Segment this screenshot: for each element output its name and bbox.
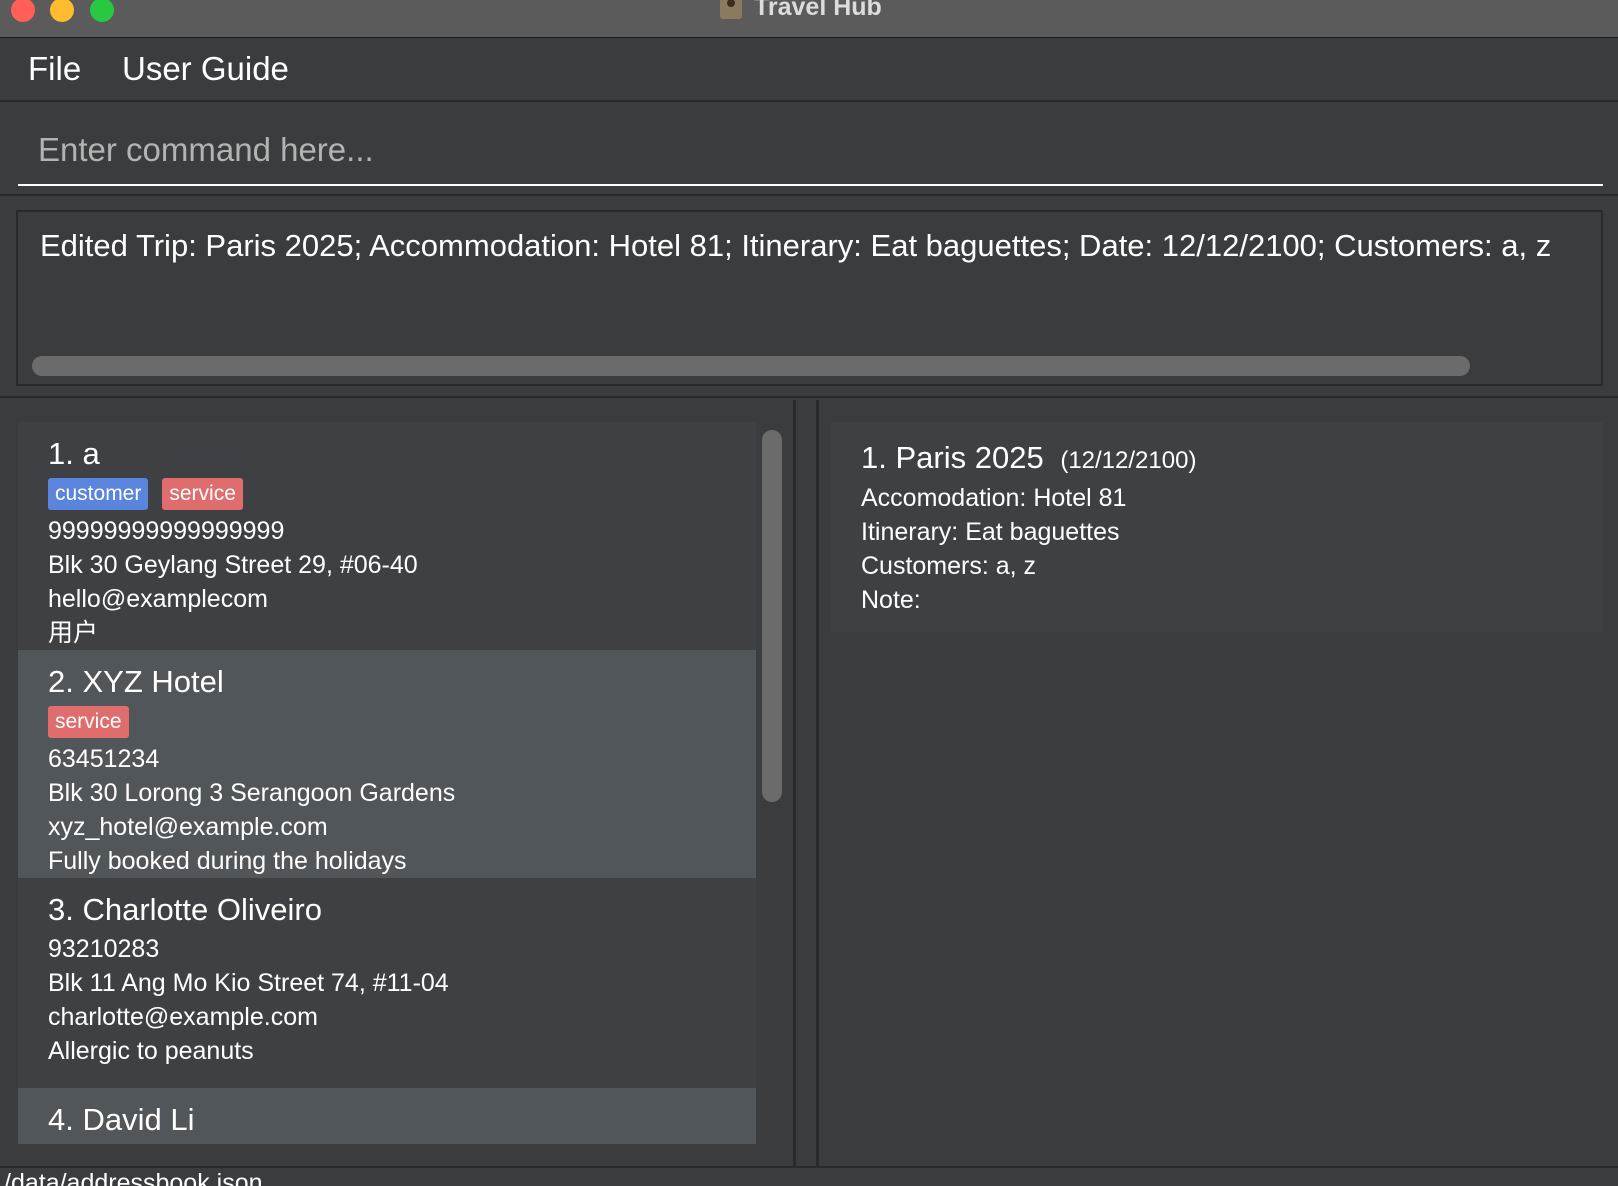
person-list-panel: 1. a customer service 99999999999999999 … (0, 400, 796, 1166)
command-box (18, 116, 1603, 186)
trip-card[interactable]: 1. Paris 2025 (12/12/2100) Accomodation:… (831, 422, 1603, 632)
list-scrollbar[interactable] (762, 430, 782, 802)
menu-bar: File User Guide (0, 38, 1618, 102)
trip-customers: Customers: a, z (861, 552, 1037, 580)
maximize-window-button[interactable] (90, 0, 114, 22)
close-window-button[interactable] (11, 0, 35, 22)
trip-date: (12/12/2100) (1060, 447, 1197, 474)
tag-list: service (48, 706, 756, 738)
tag-customer: customer (48, 478, 149, 510)
data-file-path: /data/addressbook.json (4, 1169, 263, 1186)
person-list: 1. a customer service 99999999999999999 … (18, 422, 756, 1144)
trip-list-panel: 1. Paris 2025 (12/12/2100) Accomodation:… (816, 400, 1618, 1166)
status-bar: /data/addressbook.json (0, 1166, 1618, 1186)
trip-title: 1. Paris 2025 (12/12/2100) (861, 438, 1603, 481)
person-email: xyz_hotel@example.com (48, 813, 328, 841)
person-name: 1. a (48, 436, 100, 471)
contact-book-icon (720, 0, 742, 19)
result-horizontal-scrollbar[interactable] (32, 356, 1470, 376)
result-display: Edited Trip: Paris 2025; Accommodation: … (16, 210, 1603, 386)
divider (0, 194, 1618, 196)
person-card[interactable]: 2. XYZ Hotel service 63451234 Blk 30 Lor… (18, 650, 756, 878)
person-name: 3. Charlotte Oliveiro (48, 892, 322, 927)
person-card[interactable]: 3. Charlotte Oliveiro 93210283 Blk 11 An… (18, 878, 756, 1088)
tag-service: service (48, 706, 129, 738)
person-note: 用户 (48, 619, 99, 647)
person-name: 4. David Li (48, 1102, 195, 1137)
person-address: Blk 30 Lorong 3 Serangoon Gardens (48, 779, 456, 807)
window-title-group: Travel Hub (720, 0, 882, 21)
person-phone: 63451234 (48, 745, 160, 773)
person-note: Allergic to peanuts (48, 1037, 254, 1065)
person-card[interactable]: 1. a customer service 99999999999999999 … (18, 422, 756, 650)
trip-accommodation: Accomodation: Hotel 81 (861, 484, 1127, 512)
tag-list: customer service (48, 478, 756, 510)
tag-service: service (162, 478, 243, 510)
person-phone: 93210283 (48, 935, 160, 963)
title-bar: Travel Hub (0, 0, 1618, 38)
person-address: Blk 11 Ang Mo Kio Street 74, #11-04 (48, 969, 449, 997)
menu-user-guide[interactable]: User Guide (122, 50, 289, 88)
person-phone: 99999999999999999 (48, 517, 285, 545)
command-input[interactable] (18, 116, 1603, 184)
result-message: Edited Trip: Paris 2025; Accommodation: … (40, 228, 1552, 263)
person-card[interactable]: 4. David Li customer (18, 1088, 756, 1144)
person-address: Blk 30 Geylang Street 29, #06-40 (48, 551, 418, 579)
trip-name: Paris 2025 (895, 440, 1044, 475)
divider (0, 396, 1618, 398)
person-note: Fully booked during the holidays (48, 847, 407, 875)
trip-itinerary: Itinerary: Eat baguettes (861, 518, 1120, 546)
trip-note: Note: (861, 586, 921, 614)
person-email: charlotte@example.com (48, 1003, 318, 1031)
trip-index: 1. (861, 440, 887, 475)
menu-file[interactable]: File (28, 50, 81, 88)
person-email: hello@examplecom (48, 585, 268, 613)
minimize-window-button[interactable] (50, 0, 74, 22)
person-name: 2. XYZ Hotel (48, 664, 224, 699)
window-title: Travel Hub (754, 0, 882, 21)
